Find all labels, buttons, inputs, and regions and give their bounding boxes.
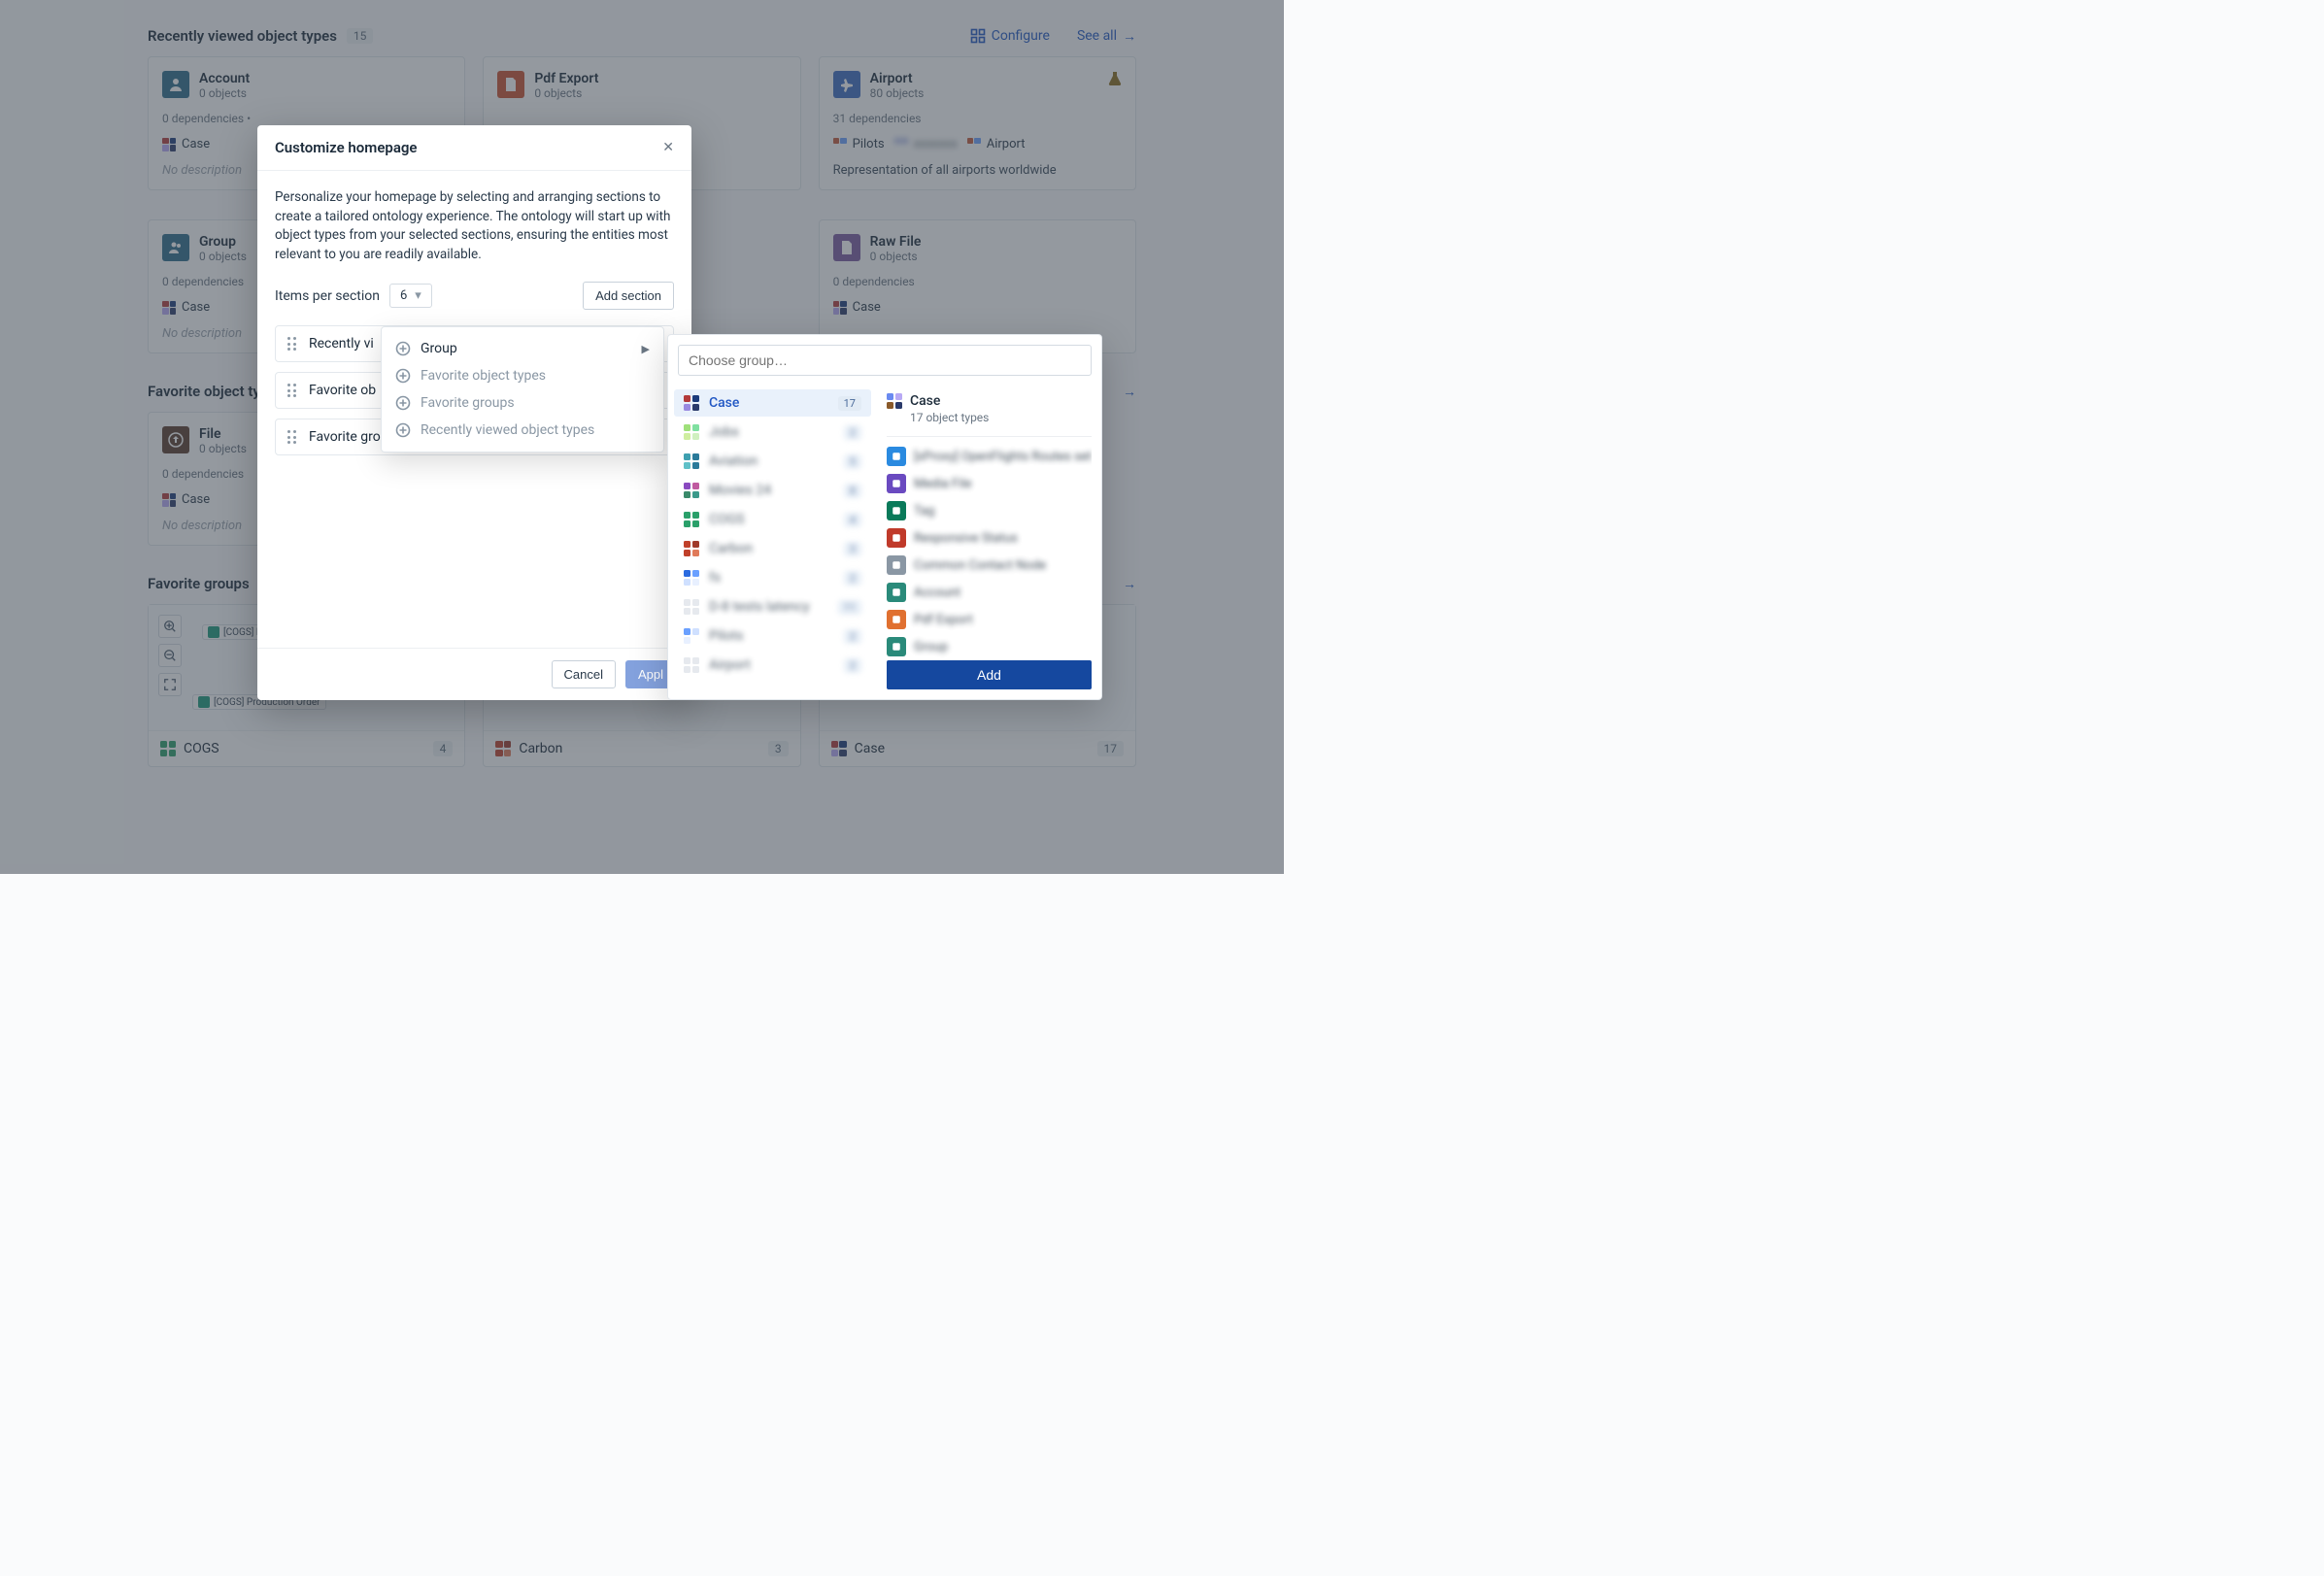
plus-circle-icon xyxy=(395,422,411,438)
squares-icon xyxy=(684,453,699,469)
group-list-item[interactable]: Carbon3 xyxy=(674,535,871,562)
object-row[interactable]: Account xyxy=(887,579,1092,606)
plus-circle-icon xyxy=(395,341,411,356)
object-icon xyxy=(887,610,906,629)
add-section-menu: Group ▶ Favorite object types Favorite g… xyxy=(381,326,664,453)
squares-icon xyxy=(684,424,699,440)
object-icon xyxy=(887,447,906,466)
object-icon xyxy=(887,501,906,520)
squares-icon xyxy=(684,570,699,586)
object-row[interactable]: [xProxy] OpenFlights Routes set xyxy=(887,443,1092,470)
group-picker-popover: Case17Jobs2Aviation5Movies 248COGS4Carbo… xyxy=(667,334,1102,700)
selected-group-sub: 17 object types xyxy=(910,411,1092,424)
group-list-item[interactable]: Jobs2 xyxy=(674,419,871,446)
cancel-button[interactable]: Cancel xyxy=(552,660,616,688)
group-list-item[interactable]: fs2 xyxy=(674,564,871,591)
menu-item-favorite-types[interactable]: Favorite object types xyxy=(382,362,663,389)
group-list-item[interactable]: COGS4 xyxy=(674,506,871,533)
menu-item-group[interactable]: Group ▶ xyxy=(382,335,663,362)
add-section-button[interactable]: Add section xyxy=(583,282,674,310)
group-list: Case17Jobs2Aviation5Movies 248COGS4Carbo… xyxy=(668,386,877,699)
squares-icon xyxy=(684,512,699,527)
section-row-label: Recently vi xyxy=(309,336,374,352)
object-row[interactable]: Media File xyxy=(887,470,1092,497)
group-list-item[interactable]: D-8 tests latency11 xyxy=(674,593,871,620)
selected-group-header: Case xyxy=(887,393,1092,409)
object-icon xyxy=(887,474,906,493)
selected-group-name: Case xyxy=(910,393,940,409)
object-row[interactable]: Group xyxy=(887,633,1092,660)
group-list-item[interactable]: Case17 xyxy=(674,389,871,417)
squares-icon xyxy=(684,599,699,615)
chevron-down-icon: ▾ xyxy=(415,288,421,303)
plus-circle-icon xyxy=(395,395,411,411)
group-list-item[interactable]: Airport2 xyxy=(674,652,871,679)
squares-icon xyxy=(684,395,699,411)
object-row[interactable]: Responsive Status xyxy=(887,524,1092,552)
chevron-right-icon: ▶ xyxy=(642,343,650,355)
drag-handle-icon[interactable] xyxy=(287,430,297,444)
group-object-list: [xProxy] OpenFlights Routes setMedia Fil… xyxy=(887,443,1092,660)
object-icon xyxy=(887,555,906,575)
object-icon xyxy=(887,637,906,656)
squares-icon xyxy=(684,483,699,498)
modal-description: Personalize your homepage by selecting a… xyxy=(275,188,674,264)
section-row-label: Favorite ob xyxy=(309,383,376,398)
object-row[interactable]: Common Contact Node xyxy=(887,552,1092,579)
add-group-button[interactable]: Add xyxy=(887,660,1092,689)
group-list-item[interactable]: Aviation5 xyxy=(674,448,871,475)
items-per-section-select[interactable]: 6 ▾ xyxy=(389,284,432,308)
object-row[interactable]: Tag xyxy=(887,497,1092,524)
squares-icon xyxy=(684,657,699,673)
group-list-item[interactable]: Movies 248 xyxy=(674,477,871,504)
squares-icon xyxy=(887,393,902,409)
drag-handle-icon[interactable] xyxy=(287,337,297,351)
items-per-section-label: Items per section xyxy=(275,288,380,304)
close-button[interactable]: ✕ xyxy=(662,140,674,155)
group-list-item[interactable]: Pilots2 xyxy=(674,622,871,650)
plus-circle-icon xyxy=(395,368,411,384)
object-icon xyxy=(887,528,906,548)
object-row[interactable]: Pdf Export xyxy=(887,606,1092,633)
menu-item-recently-viewed[interactable]: Recently viewed object types xyxy=(382,417,663,444)
drag-handle-icon[interactable] xyxy=(287,384,297,397)
menu-item-favorite-groups[interactable]: Favorite groups xyxy=(382,389,663,417)
group-search-input[interactable] xyxy=(678,345,1092,376)
modal-title: Customize homepage xyxy=(275,139,418,156)
squares-icon xyxy=(684,541,699,556)
squares-icon xyxy=(684,628,699,644)
divider xyxy=(887,436,1092,437)
object-icon xyxy=(887,583,906,602)
